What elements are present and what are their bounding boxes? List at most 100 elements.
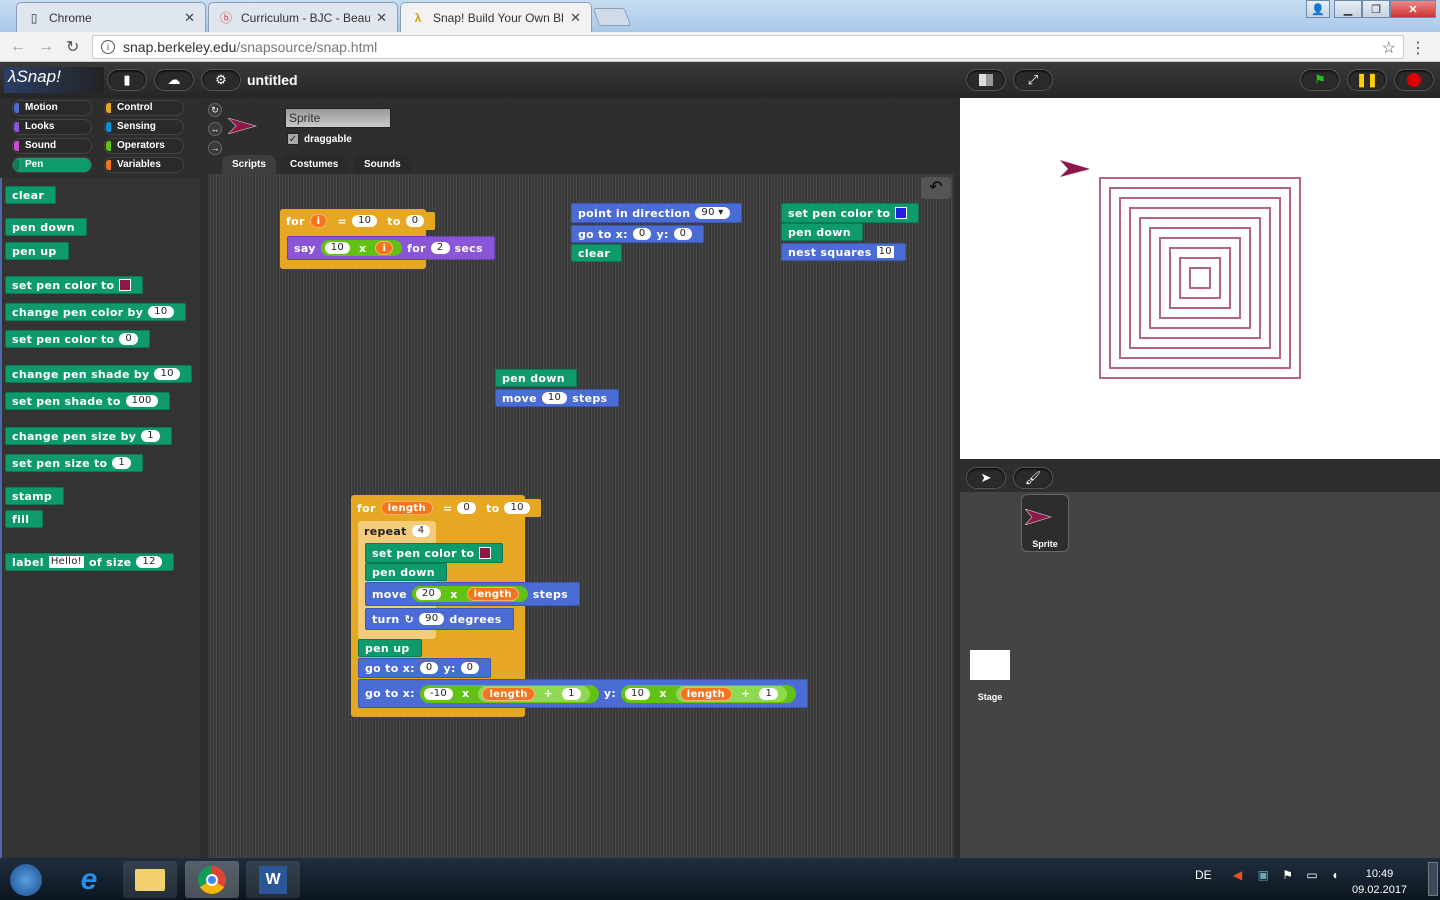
tab-scripts[interactable]: Scripts — [222, 155, 276, 175]
language-indicator[interactable]: DE — [1195, 868, 1212, 882]
pen-up-block[interactable]: pen up — [358, 639, 422, 657]
stage-size-button[interactable] — [966, 69, 1006, 91]
palette-block-set-pen-color[interactable]: set pen color to — [5, 276, 144, 294]
restore-button[interactable]: ❐ — [1362, 0, 1390, 18]
color-swatch[interactable] — [479, 547, 492, 559]
rotation-left-right-icon[interactable]: ↔ — [208, 122, 222, 136]
address-bar[interactable]: i snap.berkeley.edu/snapsource/snap.html — [92, 35, 1404, 59]
stop-button[interactable] — [1394, 69, 1434, 91]
forward-icon[interactable]: → — [38, 38, 54, 56]
close-tab-icon[interactable]: ✕ — [570, 10, 581, 26]
say-for-secs-block[interactable]: say 10 x i for 2 secs — [287, 236, 495, 260]
category-sound[interactable]: Sound — [12, 138, 92, 154]
go-to-xy-block[interactable]: go to x: 0 y: 0 — [358, 658, 492, 678]
category-sensing[interactable]: Sensing — [104, 119, 184, 135]
category-operators[interactable]: Operators — [104, 138, 184, 154]
new-tab-button[interactable] — [592, 8, 632, 26]
window-close-button[interactable]: ✕ — [1390, 0, 1436, 18]
undo-button[interactable]: ↶ — [921, 177, 951, 199]
palette-block-stamp[interactable]: stamp — [5, 487, 65, 505]
palette-block-change-pen-shade[interactable]: change pen shade by 10 — [5, 365, 192, 383]
clear-block[interactable]: clear — [571, 244, 623, 262]
bookmark-star-icon[interactable]: ☆ — [1382, 38, 1396, 58]
close-tab-icon[interactable]: ✕ — [184, 10, 195, 26]
file-menu-button[interactable]: ▮ — [107, 69, 147, 91]
pen-down-block[interactable]: pen down — [781, 223, 863, 241]
presentation-mode-button[interactable]: ⤢ — [1013, 69, 1053, 91]
display-icon[interactable]: ▭ — [1306, 868, 1317, 882]
palette-block-set-pen-size[interactable]: set pen size to 1 — [5, 454, 144, 472]
sprite-arrow-icon[interactable] — [1060, 160, 1090, 177]
minimize-button[interactable]: ▁ — [1334, 0, 1362, 18]
stage[interactable] — [960, 98, 1440, 459]
palette-block-set-pen-shade[interactable]: set pen shade to 100 — [5, 392, 170, 410]
snap-logo[interactable]: λSnap! — [4, 67, 104, 93]
add-reporter[interactable]: length +1 — [478, 685, 590, 702]
add-turtle-sprite-button[interactable]: ➤ — [966, 467, 1006, 489]
sprite-name-field[interactable]: Sprite — [285, 108, 391, 128]
category-pen[interactable]: Pen — [12, 157, 92, 173]
start-button[interactable] — [4, 861, 48, 898]
speaker-alert-icon[interactable]: ◀ — [1233, 868, 1242, 882]
pen-down-block[interactable]: pen down — [495, 369, 577, 387]
browser-tab-snap[interactable]: λ Snap! Build Your Own Bl ✕ — [400, 2, 592, 32]
category-motion[interactable]: Motion — [12, 100, 92, 116]
green-flag-button[interactable]: ⚑ — [1300, 69, 1340, 91]
category-looks[interactable]: Looks — [12, 119, 92, 135]
cloud-menu-button[interactable]: ☁ — [154, 69, 194, 91]
nest-squares-block[interactable]: nest squares 10 — [781, 243, 906, 261]
settings-button[interactable]: ⚙ — [201, 69, 241, 91]
category-variables[interactable]: Variables — [104, 157, 184, 173]
chrome-taskbar-item[interactable] — [185, 861, 239, 898]
scripts-area[interactable] — [208, 174, 954, 858]
stage-thumbnail[interactable] — [970, 650, 1010, 680]
system-clock[interactable]: 10:49 09.02.2017 — [1352, 866, 1407, 898]
tab-sounds[interactable]: Sounds — [354, 155, 411, 175]
back-icon[interactable]: ← — [10, 38, 26, 56]
palette-block-change-pen-color[interactable]: change pen color by 10 — [5, 303, 186, 321]
palette-block-set-pen-color-number[interactable]: set pen color to 0 — [5, 330, 151, 348]
move-steps-block[interactable]: move 10 steps — [495, 389, 620, 407]
go-to-xy-expression-block[interactable]: go to x: -10 x length +1 y: 10 x length +1 — [358, 679, 809, 708]
paint-new-sprite-button[interactable]: 🖌 — [1013, 467, 1053, 489]
tab-costumes[interactable]: Costumes — [280, 155, 349, 175]
pen-down-block[interactable]: pen down — [365, 563, 447, 581]
go-to-xy-block[interactable]: go to x: 0 y: 0 — [571, 225, 705, 243]
multiply-reporter[interactable]: -10 x length +1 — [419, 684, 599, 703]
volume-icon[interactable]: ◖ — [1331, 868, 1338, 882]
internet-explorer-taskbar-item[interactable]: e — [62, 861, 116, 898]
profile-icon[interactable]: 👤 — [1306, 0, 1330, 18]
word-taskbar-item[interactable]: W — [246, 861, 300, 898]
explorer-taskbar-item[interactable] — [123, 861, 177, 898]
set-pen-color-block[interactable]: set pen color to — [365, 543, 504, 563]
info-icon[interactable]: i — [101, 40, 115, 54]
palette-block-label[interactable]: label Hello! of size 12 — [5, 553, 174, 571]
palette-block-pen-up[interactable]: pen up — [5, 242, 69, 260]
reload-icon[interactable]: ↻ — [66, 37, 79, 57]
color-swatch[interactable] — [895, 207, 908, 219]
point-in-direction-block[interactable]: point in direction 90 ▾ — [571, 203, 742, 223]
turn-degrees-block[interactable]: turn ↻ 90 degrees — [365, 608, 514, 630]
palette-block-clear[interactable]: clear — [5, 186, 57, 204]
rotation-none-icon[interactable]: → — [208, 141, 222, 155]
multiply-reporter[interactable]: 20 x length — [411, 586, 528, 602]
chrome-menu-icon[interactable]: ⋮ — [1410, 38, 1426, 58]
palette-block-fill[interactable]: fill — [5, 510, 43, 528]
multiply-reporter[interactable]: 10 x i — [320, 240, 403, 256]
browser-tab-chrome[interactable]: ▯ Chrome ✕ — [16, 2, 206, 32]
move-steps-block[interactable]: move 20 x length steps — [365, 582, 580, 606]
action-center-flag-icon[interactable]: ⚑ — [1282, 868, 1293, 882]
network-icon[interactable]: ▣ — [1258, 868, 1269, 882]
browser-tab-curriculum[interactable]: ⓑ Curriculum - BJC - Beaut ✕ — [208, 2, 398, 32]
pause-button[interactable]: ❚❚ — [1347, 69, 1387, 91]
palette-block-change-pen-size[interactable]: change pen size by 1 — [5, 427, 172, 445]
color-swatch[interactable] — [119, 279, 132, 291]
multiply-reporter[interactable]: 10 x length +1 — [621, 684, 797, 703]
palette-block-pen-down[interactable]: pen down — [5, 218, 87, 236]
show-desktop-button[interactable] — [1428, 862, 1438, 896]
category-control[interactable]: Control — [104, 100, 184, 116]
add-reporter[interactable]: length +1 — [675, 685, 788, 702]
close-tab-icon[interactable]: ✕ — [376, 10, 387, 26]
rotation-any-icon[interactable]: ↻ — [208, 103, 222, 117]
set-pen-color-block[interactable]: set pen color to — [781, 203, 920, 223]
